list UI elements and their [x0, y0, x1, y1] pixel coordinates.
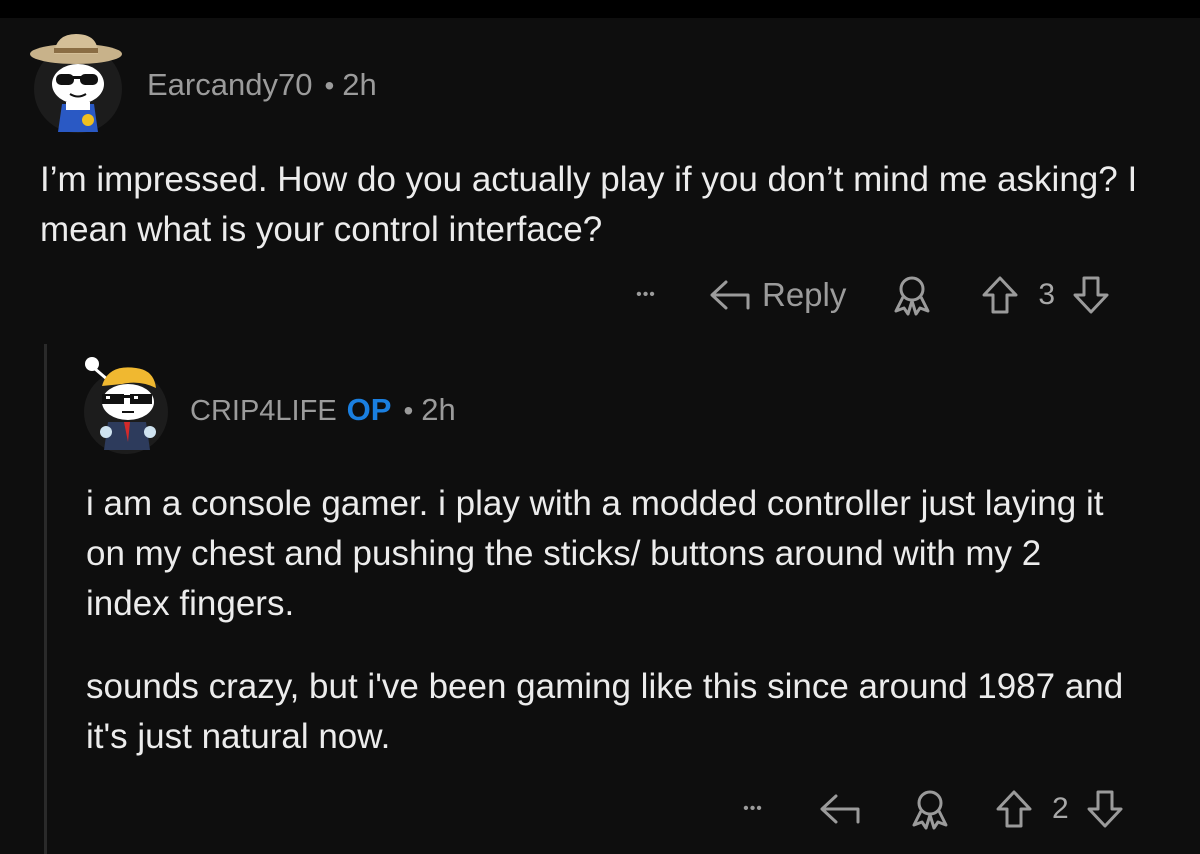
top-bar	[0, 0, 1200, 18]
comment-paragraph: sounds crazy, but i've been gaming like …	[86, 667, 1124, 756]
timestamp: 2h	[421, 392, 456, 427]
reply-button[interactable]	[818, 790, 864, 828]
comment-body: I’m impressed. How do you actually play …	[40, 155, 1170, 255]
reply-button[interactable]: Reply	[708, 276, 846, 314]
reply-arrow-icon	[710, 280, 750, 310]
username[interactable]: CRIP4LIFE	[190, 395, 337, 428]
upvote-button[interactable]	[980, 274, 1020, 316]
comment-meta: Earcandy70 • 2h	[147, 67, 377, 103]
award-icon	[894, 276, 930, 316]
upvote-arrow-icon	[982, 276, 1018, 314]
separator-dot: •	[403, 395, 414, 426]
reply-label: Reply	[762, 276, 847, 313]
user-avatar[interactable]	[28, 28, 128, 136]
award-icon	[912, 790, 948, 830]
comment-meta: CRIP4LIFE OP • 2h	[190, 392, 456, 428]
reply-arrow-icon	[820, 794, 860, 824]
downvote-button[interactable]	[1071, 274, 1111, 316]
snoo-avatar-icon	[30, 34, 122, 133]
award-button[interactable]	[908, 787, 952, 831]
award-button[interactable]	[890, 273, 934, 317]
op-badge: OP	[346, 392, 392, 427]
comment-body: i am a console gamer. i play with a modd…	[86, 479, 1126, 762]
downvote-button[interactable]	[1085, 788, 1125, 830]
username[interactable]: Earcandy70	[147, 67, 312, 103]
user-avatar[interactable]	[78, 350, 170, 456]
separator-dot: •	[324, 70, 335, 101]
downvote-arrow-icon	[1087, 790, 1123, 828]
comment-paragraph: i am a console gamer. i play with a modd…	[86, 484, 1104, 623]
vote-count: 3	[1038, 278, 1056, 311]
thread-line[interactable]	[44, 344, 47, 854]
vote-count: 2	[1052, 792, 1069, 825]
comment-actions: ••• 2	[730, 786, 1125, 832]
upvote-arrow-icon	[996, 790, 1032, 828]
comment-actions: ••• Reply 3	[620, 272, 1111, 318]
upvote-button[interactable]	[994, 788, 1034, 830]
comment-paragraph: I’m impressed. How do you actually play …	[40, 160, 1138, 249]
downvote-arrow-icon	[1073, 276, 1109, 314]
timestamp: 2h	[342, 67, 377, 102]
snoo-avatar-icon	[84, 357, 168, 454]
more-options-button[interactable]: •••	[620, 286, 672, 304]
more-options-button[interactable]: •••	[730, 800, 776, 818]
